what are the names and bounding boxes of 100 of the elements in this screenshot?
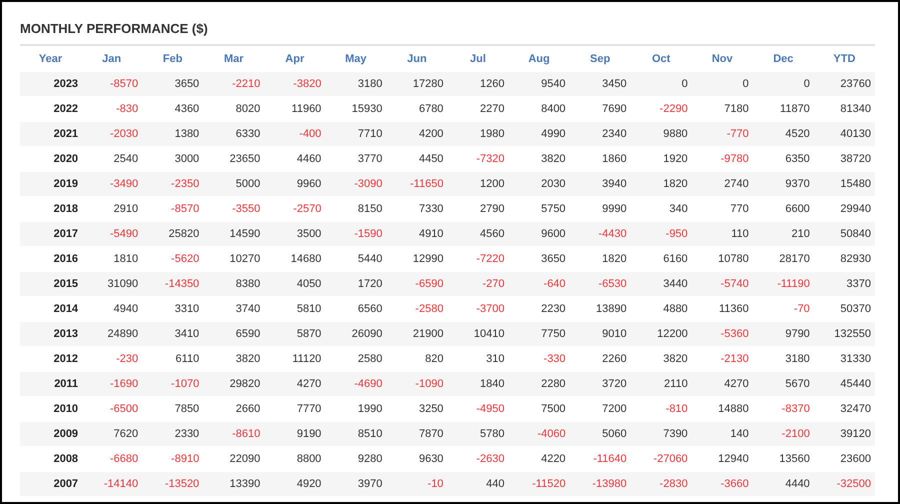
table-cell: 140 bbox=[692, 422, 753, 446]
table-cell: -3490 bbox=[81, 172, 142, 196]
table-cell: -3820 bbox=[264, 72, 326, 96]
table-cell: 3720 bbox=[570, 372, 631, 396]
table-cell: -4690 bbox=[325, 372, 386, 396]
table-cell: 3440 bbox=[630, 272, 692, 296]
table-cell: -5490 bbox=[81, 222, 142, 246]
table-cell: -270 bbox=[447, 272, 508, 296]
year-cell: 2015 bbox=[20, 272, 82, 296]
table-cell: 15480 bbox=[814, 172, 875, 196]
table-cell: 4270 bbox=[692, 372, 753, 396]
table-cell: 2740 bbox=[692, 172, 753, 196]
table-cell: -2100 bbox=[752, 422, 814, 446]
table-cell: 1380 bbox=[142, 122, 204, 146]
year-cell: 2021 bbox=[20, 122, 82, 146]
table-cell: 7870 bbox=[386, 422, 448, 446]
table-cell: -8610 bbox=[203, 422, 264, 446]
table-cell: -13980 bbox=[570, 472, 631, 496]
column-header: Jan bbox=[81, 45, 142, 72]
column-header: May bbox=[325, 45, 386, 72]
column-header: Mar bbox=[203, 45, 264, 72]
table-cell: -13520 bbox=[142, 472, 204, 496]
table-cell: 8380 bbox=[203, 272, 264, 296]
table-cell: -950 bbox=[630, 222, 692, 246]
table-cell: 9600 bbox=[508, 222, 570, 246]
table-cell: 10410 bbox=[447, 322, 508, 346]
column-header: Sep bbox=[570, 45, 631, 72]
table-cell: 3370 bbox=[814, 272, 875, 296]
column-header: Nov bbox=[692, 45, 753, 72]
table-cell: 1840 bbox=[447, 372, 508, 396]
table-cell: -2210 bbox=[203, 72, 264, 96]
table-cell: 5060 bbox=[570, 422, 631, 446]
table-cell: 8510 bbox=[325, 422, 386, 446]
table-cell: -4430 bbox=[570, 222, 631, 246]
table-cell: 6590 bbox=[203, 322, 264, 346]
table-cell: 4520 bbox=[752, 122, 814, 146]
table-cell: 5870 bbox=[264, 322, 326, 346]
column-header: Jun bbox=[386, 45, 448, 72]
table-cell: -770 bbox=[692, 122, 753, 146]
table-cell: -11190 bbox=[752, 272, 814, 296]
table-cell: -6530 bbox=[570, 272, 631, 296]
table-cell: -2030 bbox=[81, 122, 142, 146]
table-cell: 3650 bbox=[142, 72, 204, 96]
table-cell: 440 bbox=[447, 472, 508, 496]
table-cell: -11650 bbox=[386, 172, 448, 196]
table-cell: 2110 bbox=[630, 372, 692, 396]
table-cell: 4270 bbox=[264, 372, 326, 396]
table-cell: 45440 bbox=[814, 372, 875, 396]
table-cell: 14590 bbox=[203, 222, 264, 246]
table-cell: 39120 bbox=[814, 422, 875, 446]
table-cell: -3660 bbox=[692, 472, 753, 496]
table-cell: 13390 bbox=[203, 472, 264, 496]
table-cell: -1590 bbox=[325, 222, 386, 246]
table-cell: 5000 bbox=[203, 172, 264, 196]
table-cell: -32500 bbox=[814, 472, 875, 496]
column-header: Dec bbox=[752, 45, 814, 72]
table-cell: 5670 bbox=[752, 372, 814, 396]
table-cell: 24890 bbox=[81, 322, 142, 346]
table-cell: 17280 bbox=[386, 72, 448, 96]
table-cell: 9960 bbox=[264, 172, 326, 196]
table-cell: 3500 bbox=[264, 222, 326, 246]
year-cell: 2013 bbox=[20, 322, 82, 346]
table-cell: 5780 bbox=[447, 422, 508, 446]
table-cell: 9540 bbox=[508, 72, 570, 96]
table-cell: 29820 bbox=[203, 372, 264, 396]
year-cell: 2009 bbox=[20, 422, 82, 446]
table-cell: 9010 bbox=[570, 322, 631, 346]
table-cell: 2340 bbox=[570, 122, 631, 146]
column-header: Feb bbox=[142, 45, 204, 72]
table-cell: 3450 bbox=[570, 72, 631, 96]
table-cell: 25820 bbox=[142, 222, 204, 246]
table-cell: 1720 bbox=[325, 272, 386, 296]
table-cell: 0 bbox=[692, 72, 753, 96]
table-cell: 3970 bbox=[325, 472, 386, 496]
table-cell: 23760 bbox=[814, 72, 875, 96]
table-cell: 4990 bbox=[508, 122, 570, 146]
table-cell: 9880 bbox=[630, 122, 692, 146]
table-cell: 1200 bbox=[447, 172, 508, 196]
year-cell: 2017 bbox=[20, 222, 82, 246]
table-cell: 4200 bbox=[386, 122, 448, 146]
table-cell: 12200 bbox=[630, 322, 692, 346]
table-cell: 3940 bbox=[570, 172, 631, 196]
table-cell: 9370 bbox=[752, 172, 814, 196]
table-cell: -400 bbox=[264, 122, 326, 146]
table-cell: 1260 bbox=[447, 72, 508, 96]
table-cell: 4440 bbox=[752, 472, 814, 496]
table-cell: 4560 bbox=[447, 222, 508, 246]
year-cell: 2007 bbox=[20, 472, 82, 496]
table-cell: 4050 bbox=[264, 272, 326, 296]
table-cell: 6330 bbox=[203, 122, 264, 146]
table-cell: -10 bbox=[386, 472, 448, 496]
table-cell: -14140 bbox=[81, 472, 142, 496]
table-cell: 3410 bbox=[142, 322, 204, 346]
table-cell: 9790 bbox=[752, 322, 814, 346]
table-cell: 1980 bbox=[447, 122, 508, 146]
table-cell: 132550 bbox=[814, 322, 875, 346]
table-cell: 26090 bbox=[325, 322, 386, 346]
table-cell: -14350 bbox=[142, 272, 204, 296]
table-cell: -8570 bbox=[81, 72, 142, 96]
table-cell: 4910 bbox=[386, 222, 448, 246]
